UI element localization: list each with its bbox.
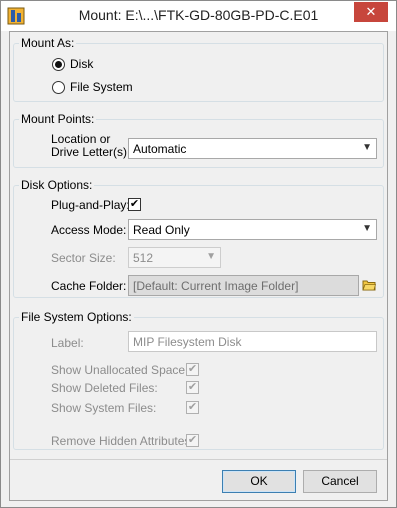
close-icon: ✕ [365,4,377,19]
chevron-down-icon: ▼ [362,223,372,234]
fs-label-field: MIP Filesystem Disk [128,331,377,352]
app-icon [7,7,25,25]
mount-as-group: Mount As: [13,36,384,102]
cancel-button[interactable]: Cancel [303,470,377,493]
folder-icon [362,280,377,291]
chevron-down-icon: ▼ [362,142,372,153]
mount-as-legend: Mount As: [21,36,75,50]
mount-dialog: Mount: E:\...\FTK-GD-80GB-PD-C.E01 ✕ Mou… [0,0,397,508]
sector-size-value: 512 [133,251,154,265]
plug-and-play-label: Plug-and-Play: [51,198,130,212]
title-bar[interactable]: Mount: E:\...\FTK-GD-80GB-PD-C.E01 ✕ [1,1,396,31]
show-system-checkbox: ✔ [186,401,199,414]
location-label-line2: Drive Letter(s): [51,145,131,159]
disk-radio[interactable] [52,58,65,71]
access-mode-label: Access Mode: [51,223,127,237]
cache-folder-value: [Default: Current Image Folder] [133,279,299,293]
file-system-radio-label[interactable]: File System [70,80,133,94]
sector-size-select: 512 ▼ [128,247,221,268]
mount-points-legend: Mount Points: [21,112,95,126]
location-label: Location or Drive Letter(s): [51,133,130,159]
access-mode-select[interactable]: Read Only ▼ [128,219,377,240]
disk-radio-label[interactable]: Disk [70,57,93,71]
browse-folder-button[interactable] [360,276,378,294]
disk-options-legend: Disk Options: [21,178,93,192]
remove-hidden-label: Remove Hidden Attributes: [51,434,194,448]
location-select-value: Automatic [133,142,187,156]
show-unallocated-label: Show Unallocated Space: [51,363,189,377]
cache-folder-label: Cache Folder: [51,279,127,293]
chevron-down-icon: ▼ [206,251,216,262]
ok-button[interactable]: OK [222,470,296,493]
cache-folder-field: [Default: Current Image Folder] [128,275,359,296]
show-unallocated-checkbox: ✔ [186,363,199,376]
show-system-label: Show System Files: [51,401,157,415]
show-deleted-label: Show Deleted Files: [51,381,158,395]
show-deleted-checkbox: ✔ [186,381,199,394]
close-button[interactable]: ✕ [354,2,388,22]
fs-label-label: Label: [51,336,84,350]
window-title: Mount: E:\...\FTK-GD-80GB-PD-C.E01 [78,7,319,23]
location-select[interactable]: Automatic ▼ [128,138,377,159]
file-system-radio[interactable] [52,81,65,94]
access-mode-value: Read Only [133,223,190,237]
plug-and-play-checkbox[interactable]: ✔ [128,198,141,211]
dialog-content: Mount As: Disk File System Mount Points:… [9,31,388,501]
footer-separator [10,459,387,460]
fs-options-legend: File System Options: [21,310,132,324]
sector-size-label: Sector Size: [51,251,116,265]
remove-hidden-checkbox: ✔ [186,434,199,447]
fs-label-value: MIP Filesystem Disk [133,335,242,349]
